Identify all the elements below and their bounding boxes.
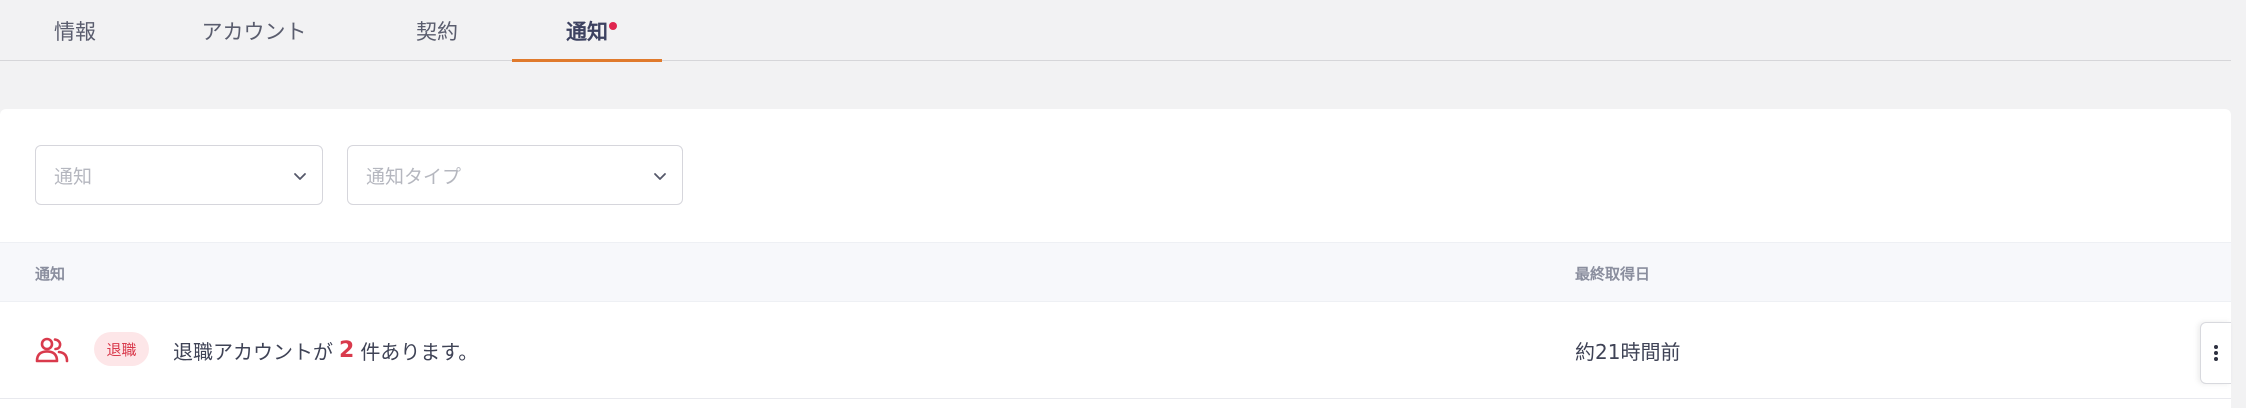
select-placeholder: 通知: [54, 165, 93, 188]
table-row[interactable]: 退職 退職アカウントが 2 件あります。 約21時間前: [0, 302, 2231, 399]
column-header-last-fetched: 最終取得日: [1575, 264, 1651, 283]
message-count: 2: [339, 338, 355, 363]
status-badge: 退職: [94, 332, 149, 366]
notification-message: 退職アカウントが 2 件あります。: [173, 302, 478, 399]
notification-type-filter-select[interactable]: 通知タイプ: [347, 145, 683, 205]
more-vertical-icon: [2214, 345, 2218, 361]
tab-label: 情報: [54, 19, 96, 44]
tab-label: アカウント: [201, 19, 307, 44]
notification-filter-select[interactable]: 通知: [35, 145, 323, 205]
notifications-panel: 通知 通知タイプ 通知 最終取得日 退職 退職アカウントが 2 件あります。 約…: [0, 109, 2231, 408]
tab-label: 通知: [566, 19, 608, 44]
row-actions-button[interactable]: [2200, 322, 2231, 384]
chevron-down-icon: [654, 173, 666, 180]
tab-label: 契約: [416, 19, 458, 44]
last-fetched-date: 約21時間前: [1575, 340, 1681, 364]
tab-bar: 情報 アカウント 契約 通知: [0, 0, 2231, 62]
tab-notifications[interactable]: 通知: [512, 0, 662, 62]
message-suffix: 件あります。: [360, 340, 479, 364]
tab-info[interactable]: 情報: [38, 0, 112, 61]
column-header-notification: 通知: [35, 264, 66, 283]
message-prefix: 退職アカウントが: [173, 340, 333, 364]
select-placeholder: 通知タイプ: [366, 165, 462, 188]
tab-account[interactable]: アカウント: [190, 0, 318, 61]
chevron-down-icon: [294, 173, 306, 180]
tab-contract[interactable]: 契約: [408, 0, 466, 61]
notification-dot: [609, 22, 617, 30]
table-header: 通知 最終取得日: [0, 242, 2231, 302]
users-icon: [35, 337, 69, 363]
